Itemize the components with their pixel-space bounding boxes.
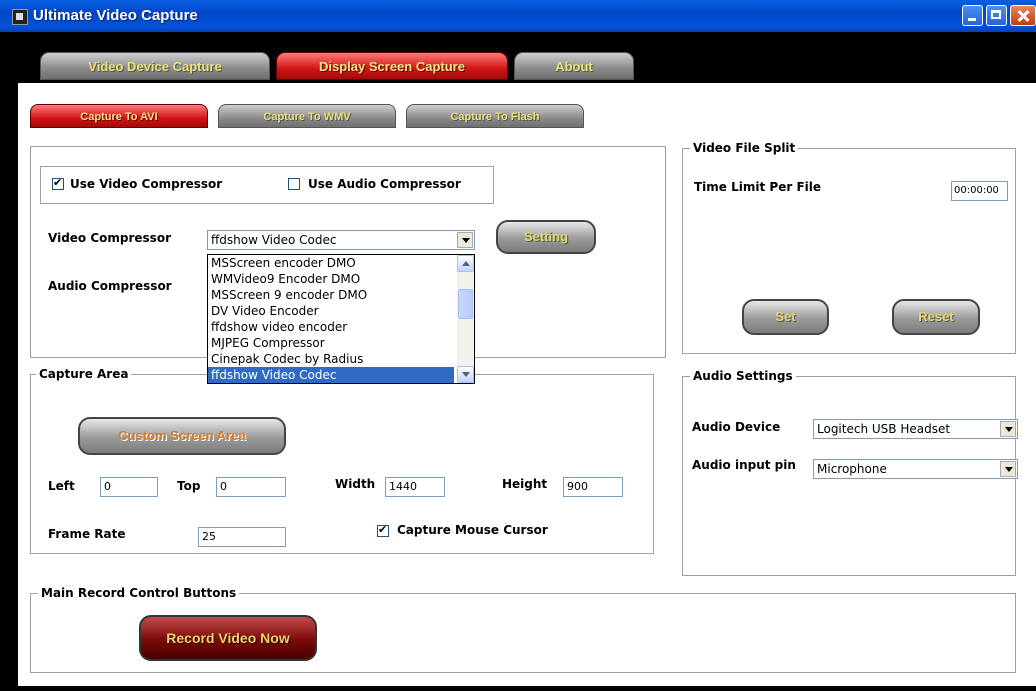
audio-input-pin-label: Audio input pin (692, 458, 796, 472)
app-window: Ultimate Video Capture Video Device Capt… (0, 0, 1036, 691)
video-compressor-label: Video Compressor (48, 231, 171, 245)
window-title: Ultimate Video Capture (33, 7, 198, 24)
width-input[interactable]: 1440 (385, 477, 445, 497)
height-input[interactable]: 900 (563, 477, 623, 497)
audio-device-value: Logitech USB Headset (817, 422, 951, 436)
record-video-now-button[interactable]: Record Video Now (139, 615, 317, 661)
custom-screen-area-button[interactable]: Custom Screen Area (78, 417, 286, 455)
dropdown-option-selected[interactable]: ffdshow Video Codec (208, 367, 454, 383)
time-limit-label: Time Limit Per File (694, 180, 822, 194)
use-audio-compressor-checkbox[interactable] (288, 178, 300, 190)
scroll-down-icon[interactable] (457, 366, 474, 383)
maximize-button[interactable] (986, 5, 1007, 26)
capture-mouse-cursor-label: Capture Mouse Cursor (397, 523, 548, 537)
scroll-up-icon[interactable] (457, 255, 474, 272)
audio-compressor-label: Audio Compressor (48, 279, 172, 293)
close-button[interactable] (1010, 5, 1036, 26)
tab-capture-to-wmv[interactable]: Capture To WMV (218, 104, 396, 128)
dropdown-arrow-icon[interactable] (1000, 421, 1016, 437)
dropdown-option[interactable]: Cinepak Codec by Radius (208, 351, 454, 367)
audio-settings-title: Audio Settings (690, 369, 796, 383)
tab-capture-to-avi[interactable]: Capture To AVI (30, 104, 208, 128)
audio-device-select[interactable]: Logitech USB Headset (813, 419, 1018, 439)
record-control-title: Main Record Control Buttons (38, 586, 240, 600)
dropdown-options: MSScreen encoder DMO WMVideo9 Encoder DM… (208, 255, 474, 383)
dropdown-option[interactable]: MSScreen encoder DMO (208, 255, 454, 271)
tab-about[interactable]: About (514, 52, 634, 80)
dropdown-option[interactable]: ffdshow video encoder (208, 319, 454, 335)
title-bar[interactable]: Ultimate Video Capture (0, 0, 1036, 32)
capture-area-title: Capture Area (36, 367, 132, 381)
dropdown-arrow-icon[interactable] (457, 232, 473, 248)
dropdown-option[interactable]: MSScreen 9 encoder DMO (208, 287, 454, 303)
minimize-button[interactable] (962, 5, 983, 26)
tab-video-device-capture[interactable]: Video Device Capture (40, 52, 270, 80)
video-compressor-dropdown-list[interactable]: MSScreen encoder DMO WMVideo9 Encoder DM… (207, 254, 475, 384)
dropdown-option[interactable]: DV Video Encoder (208, 303, 454, 319)
set-button[interactable]: Set (742, 299, 829, 335)
frame-rate-label: Frame Rate (48, 527, 126, 541)
left-label: Left (48, 479, 75, 493)
video-compressor-value: ffdshow Video Codec (211, 233, 337, 247)
dropdown-arrow-icon[interactable] (1000, 461, 1016, 477)
reset-button[interactable]: Reset (892, 299, 980, 335)
video-file-split-title: Video File Split (690, 141, 799, 155)
use-audio-compressor-label: Use Audio Compressor (308, 177, 461, 191)
audio-input-pin-value: Microphone (817, 462, 887, 476)
time-limit-input[interactable]: 00:00:00 (951, 181, 1008, 201)
use-video-compressor-checkbox[interactable] (52, 176, 64, 190)
height-label: Height (502, 477, 548, 491)
dropdown-option[interactable]: WMVideo9 Encoder DMO (208, 271, 454, 287)
tab-display-screen-capture[interactable]: Display Screen Capture (276, 52, 508, 80)
use-video-compressor-label: Use Video Compressor (70, 177, 223, 191)
setting-button[interactable]: Setting (496, 220, 596, 254)
dropdown-scrollbar[interactable] (457, 255, 474, 383)
dropdown-option[interactable]: MJPEG Compressor (208, 335, 454, 351)
audio-device-label: Audio Device (692, 420, 781, 434)
video-compressor-select[interactable]: ffdshow Video Codec (207, 230, 475, 250)
left-input[interactable]: 0 (100, 477, 158, 497)
top-input[interactable]: 0 (216, 477, 286, 497)
audio-input-pin-select[interactable]: Microphone (813, 459, 1018, 479)
app-icon (12, 9, 28, 25)
width-label: Width (335, 477, 376, 491)
tab-capture-to-flash[interactable]: Capture To Flash (406, 104, 584, 128)
capture-mouse-cursor-checkbox[interactable] (377, 523, 389, 537)
top-label: Top (177, 479, 201, 493)
scroll-thumb[interactable] (458, 289, 473, 319)
frame-rate-input[interactable]: 25 (198, 527, 286, 547)
